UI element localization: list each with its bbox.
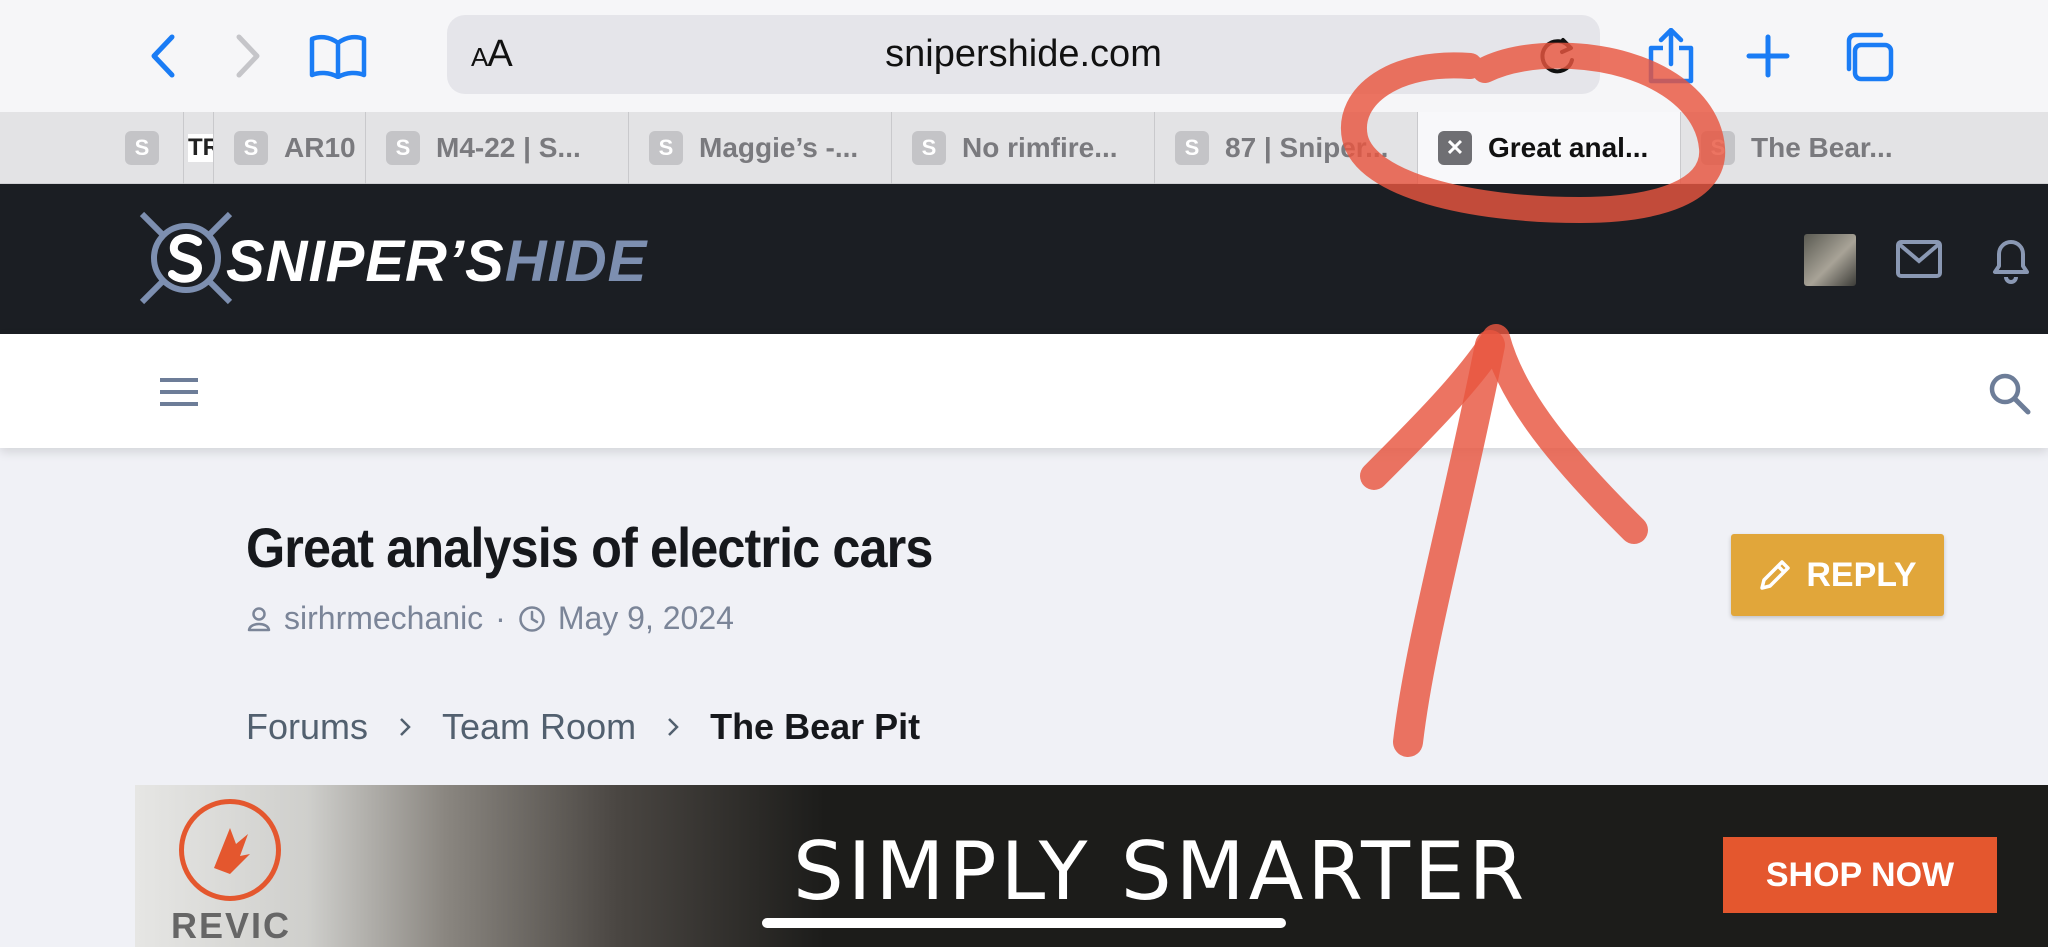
site-logo-emblem-icon[interactable] (132, 204, 240, 312)
meta-separator: · (495, 600, 506, 636)
tab-1[interactable]: S (105, 112, 183, 184)
site-logo[interactable]: SNIPER’SHIDE (226, 228, 647, 295)
new-tab-icon[interactable] (1744, 32, 1792, 80)
tab-favicon: S (234, 131, 268, 165)
tab-label: Maggie’s -... (699, 132, 859, 163)
revic-logo-icon (179, 799, 281, 901)
tab-label: No rimfire... (962, 132, 1118, 163)
inbox-icon[interactable] (1894, 234, 1944, 284)
tab-label: The Bear... (1751, 132, 1893, 163)
share-icon[interactable] (1645, 28, 1697, 84)
tab-6[interactable]: S No rimfire... (891, 112, 1154, 184)
reply-button[interactable]: REPLY (1731, 534, 1944, 616)
tab-favicon: S (386, 131, 420, 165)
tab-label: AR10 (284, 132, 356, 163)
tab-9[interactable]: S The Bear... (1680, 112, 2048, 184)
thread-date[interactable]: May 9, 2024 (558, 600, 734, 637)
reply-label: REPLY (1806, 555, 1917, 594)
tab-7[interactable]: S 87 | Sniper... (1154, 112, 1417, 184)
tab-label: Great anal... (1488, 132, 1649, 163)
thread-author[interactable]: sirhrmechanic (284, 600, 483, 637)
tab-3[interactable]: S AR10 (213, 112, 365, 184)
clock-icon (519, 605, 545, 632)
breadcrumb-forums[interactable]: Forums (246, 706, 368, 748)
reload-icon[interactable] (1537, 33, 1579, 77)
bookmarks-icon[interactable] (308, 30, 368, 82)
back-icon[interactable] (140, 30, 186, 82)
tab-favicon: S (912, 131, 946, 165)
address-bar[interactable]: AA snipershide.com (447, 15, 1600, 94)
ad-brand: REVIC (171, 905, 292, 946)
breadcrumb-team-room[interactable]: Team Room (442, 706, 636, 748)
forward-icon[interactable] (225, 30, 271, 82)
home-indicator[interactable] (762, 918, 1286, 928)
tab-favicon: S (125, 131, 159, 165)
chevron-right-icon (400, 718, 411, 736)
site-header: SNIPER’SHIDE (0, 184, 2048, 334)
tab-favicon: S (1175, 131, 1209, 165)
search-icon[interactable] (1984, 368, 2034, 418)
notifications-bell-icon[interactable] (1986, 232, 2036, 286)
pencil-icon (1760, 560, 1791, 590)
tab-label: M4-22 | S... (436, 132, 581, 163)
shop-now-button[interactable]: SHOP NOW (1723, 837, 1997, 913)
thread-meta: sirhrmechanic · May 9, 2024 (246, 600, 734, 637)
breadcrumb-current[interactable]: The Bear Pit (710, 706, 920, 748)
tab-label: 87 | Sniper... (1225, 132, 1389, 163)
tab-5[interactable]: S Maggie’s -... (628, 112, 891, 184)
tab-favicon: S (1701, 131, 1735, 165)
tabs-overview-icon[interactable] (1840, 30, 1896, 84)
url-text: snipershide.com (885, 33, 1162, 75)
chevron-right-icon (668, 718, 679, 736)
tab-active[interactable]: ✕ Great anal... (1417, 112, 1680, 184)
tab-favicon: S (649, 131, 683, 165)
ad-headline: SIMPLY SMARTER (793, 825, 1529, 918)
tab-favicon: TR (188, 134, 213, 162)
tab-bar: S TR S AR10 S M4-22 | S... S Maggie’s -.… (0, 112, 2048, 184)
close-tab-icon[interactable]: ✕ (1438, 131, 1472, 165)
site-nav-bar (0, 334, 2048, 448)
hamburger-menu-icon[interactable] (156, 374, 202, 410)
breadcrumb: Forums Team Room The Bear Pit (246, 706, 920, 748)
page-title: Great analysis of electric cars (246, 516, 933, 579)
browser-toolbar: AA snipershide.com (0, 0, 2048, 112)
user-icon (247, 606, 271, 631)
avatar[interactable] (1804, 234, 1856, 286)
tab-2[interactable]: TR (183, 112, 213, 184)
tab-4[interactable]: S M4-22 | S... (365, 112, 628, 184)
